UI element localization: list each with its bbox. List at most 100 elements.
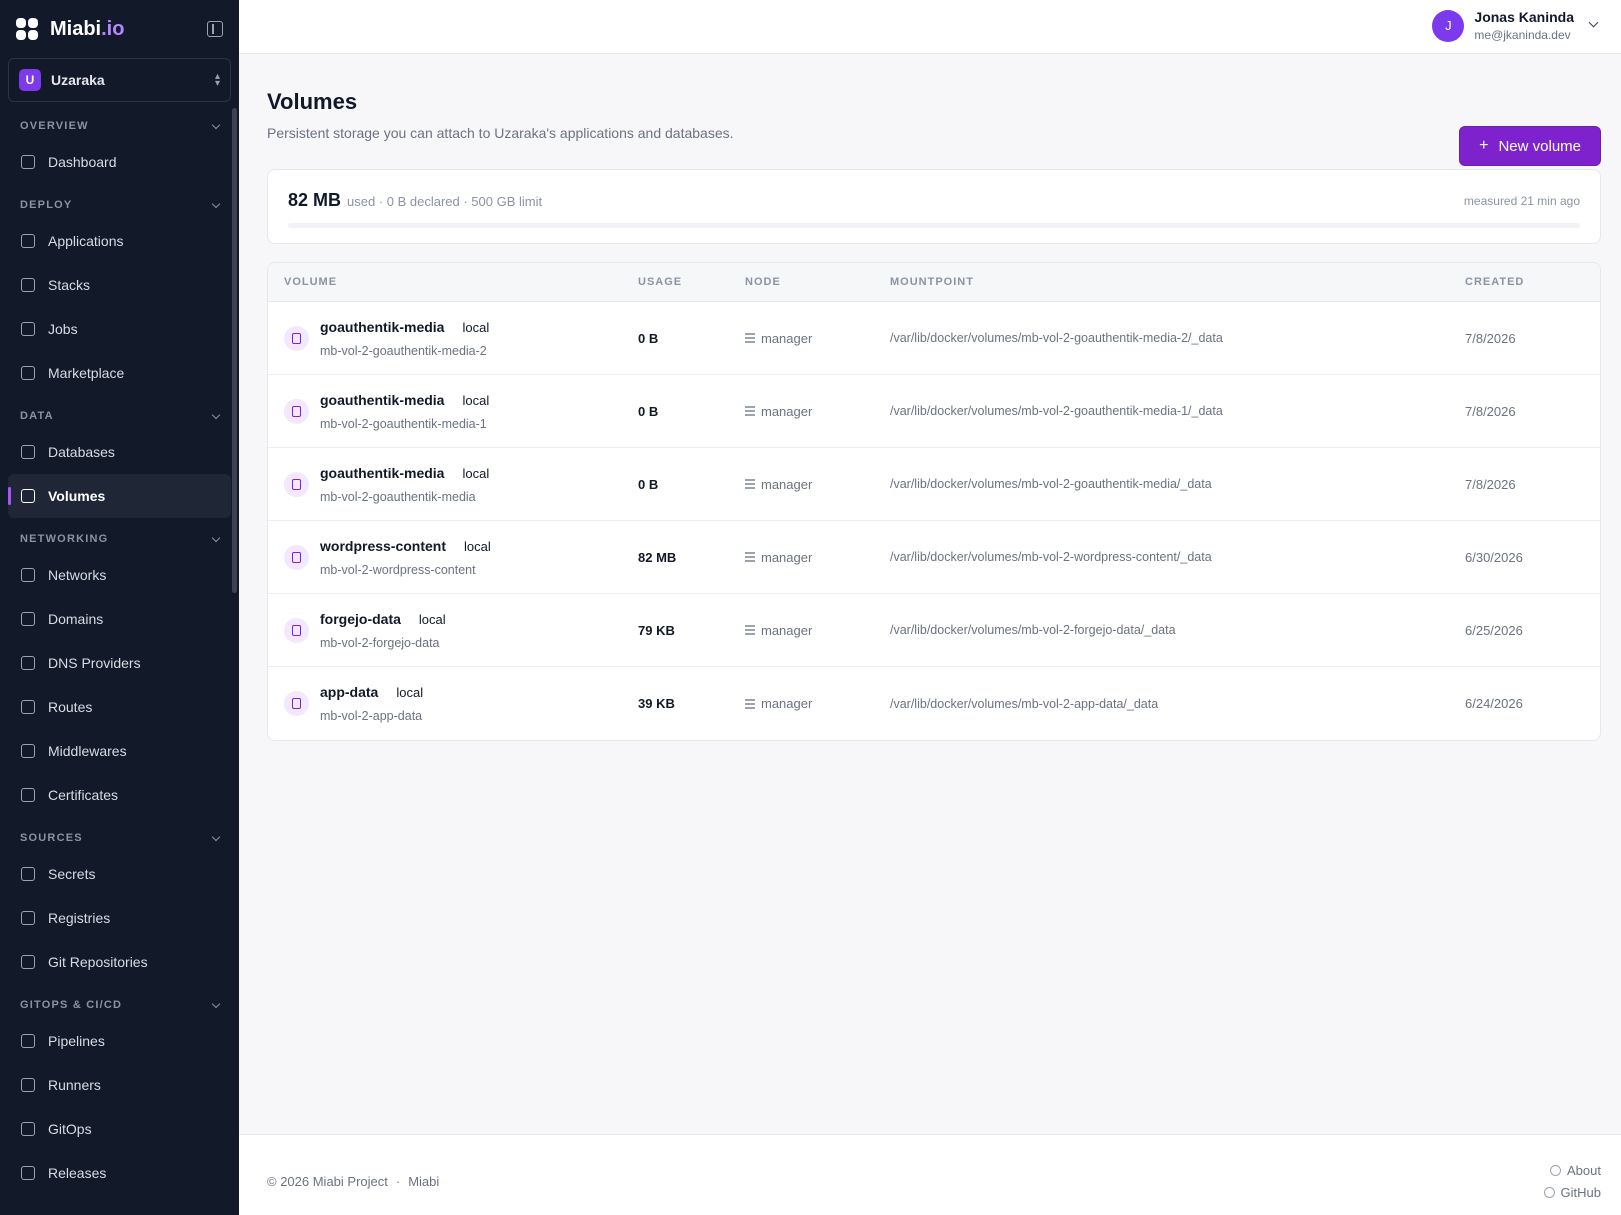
section-networking[interactable]: NETWORKING (8, 529, 231, 549)
footer-brand-link[interactable]: Miabi (408, 1174, 439, 1189)
volume-name[interactable]: goauthentik-media (320, 392, 444, 408)
volume-name[interactable]: goauthentik-media (320, 319, 444, 335)
tag-icon (20, 1165, 36, 1181)
sidebar-item-jobs[interactable]: Jobs (8, 307, 231, 351)
volume-icon (284, 471, 309, 497)
gear-icon (20, 1077, 36, 1093)
pipeline-icon (20, 1033, 36, 1049)
section-title: DEPLOY (20, 199, 73, 211)
sidebar-item-routes[interactable]: Routes (8, 685, 231, 729)
usage-used-value: 82 MB (288, 190, 342, 210)
footer-links: About GitHub (1543, 1160, 1601, 1204)
section-gitops-ci-cd[interactable]: GITOPS & CI/CD (8, 995, 231, 1015)
chevron-down-icon (211, 199, 221, 208)
sidebar-item-stacks[interactable]: Stacks (8, 263, 231, 307)
volume-full-name: mb-vol-2-goauthentik-media (320, 489, 476, 504)
github-icon (1543, 1187, 1555, 1198)
section-title: DATA (20, 410, 54, 422)
server-icon (745, 479, 755, 489)
section-deploy[interactable]: DEPLOY (8, 195, 231, 215)
chevron-down-icon (211, 832, 221, 841)
sidebar-item-marketplace[interactable]: Marketplace (8, 351, 231, 395)
header-usage[interactable]: USAGE (638, 276, 745, 288)
section-overview[interactable]: OVERVIEW (8, 116, 231, 136)
volume-name[interactable]: wordpress-content (320, 538, 446, 554)
section-data[interactable]: DATA (8, 406, 231, 426)
new-volume-button[interactable]: + New volume (1459, 126, 1601, 166)
org-switcher[interactable]: U Uzaraka ▴ ▾ (8, 58, 231, 102)
sidebar-item-git-repositories[interactable]: Git Repositories (8, 940, 231, 984)
git-icon (20, 954, 36, 970)
sidebar-item-dns-providers[interactable]: DNS Providers (8, 641, 231, 685)
server-icon (745, 698, 755, 709)
node-cell: manager (745, 404, 890, 419)
volume-driver-badge: local (418, 611, 446, 627)
user-avatar: J (1432, 9, 1465, 42)
created-cell: 7/8/2026 (1465, 330, 1516, 346)
sidebar-item-label: Jobs (48, 321, 78, 337)
sidebar-item-gitops[interactable]: GitOps (8, 1107, 231, 1151)
signpost-icon (20, 699, 36, 715)
header-created[interactable]: CREATED (1465, 276, 1600, 288)
sidebar-item-certificates[interactable]: Certificates (8, 773, 231, 817)
sidebar-item-label: Networks (48, 567, 107, 583)
brand-name[interactable]: Miabi.io (50, 18, 124, 41)
volume-icon (284, 398, 309, 424)
user-menu[interactable]: J Jonas Kaninda me@jkaninda.dev (1432, 9, 1599, 42)
sidebar-item-label: Releases (48, 1165, 107, 1181)
sidebar-item-networks[interactable]: Networks (8, 553, 231, 597)
header-node[interactable]: NODE (745, 276, 890, 288)
sidebar-item-label: GitOps (48, 1121, 92, 1137)
server-icon (20, 655, 36, 671)
page-title: Volumes (267, 89, 358, 114)
node-name: manager (761, 549, 813, 565)
volume-cell: goauthentik-media local mb-vol-2-goauthent… (268, 319, 638, 358)
sidebar-item-runners[interactable]: Runners (8, 1063, 231, 1107)
sidebar-scrollbar[interactable] (232, 108, 237, 593)
node-name: manager (761, 403, 813, 419)
table-row[interactable]: forgejo-data local mb-vol-2-forgejo-data 79… (268, 594, 1600, 667)
sidebar-item-label: Databases (48, 444, 115, 460)
volume-cell: forgejo-data local mb-vol-2-forgejo-data (268, 611, 638, 650)
collapse-sidebar-icon[interactable] (207, 21, 223, 37)
sidebar-item-domains[interactable]: Domains (8, 597, 231, 641)
sidebar-item-label: Secrets (48, 866, 96, 882)
table-header: VOLUME USAGE NODE MOUNTPOINT CREATED (268, 263, 1600, 302)
copyright-text: © 2026 Miabi Project (267, 1174, 388, 1189)
volume-full-name: mb-vol-2-app-data (320, 709, 423, 723)
github-link[interactable]: GitHub (1543, 1182, 1601, 1204)
volume-name[interactable]: goauthentik-media (320, 465, 444, 481)
table-row[interactable]: goauthentik-media local mb-vol-2-goauthent… (268, 302, 1600, 375)
database-icon (20, 444, 36, 460)
volume-name[interactable]: forgejo-data (320, 611, 401, 627)
sidebar-item-pipelines[interactable]: Pipelines (8, 1019, 231, 1063)
plus-icon: + (1479, 137, 1489, 154)
about-link[interactable]: About (1544, 1160, 1601, 1182)
table-row[interactable]: goauthentik-media local mb-vol-2-goauthent… (268, 448, 1600, 521)
sidebar: Miabi.io U Uzaraka ▴ ▾ OVERVIEW Dashboard D… (0, 0, 239, 1215)
section-title: GITOPS & CI/CD (20, 999, 123, 1011)
sidebar-item-registries[interactable]: Registries (8, 896, 231, 940)
sidebar-item-label: Certificates (48, 787, 119, 803)
header-volume[interactable]: VOLUME (268, 276, 638, 288)
sidebar-item-secrets[interactable]: Secrets (8, 852, 231, 896)
sidebar-item-volumes[interactable]: Volumes (8, 474, 231, 518)
sidebar-item-middlewares[interactable]: Middlewares (8, 729, 231, 773)
section-sources[interactable]: SOURCES (8, 828, 231, 848)
node-cell: manager (745, 623, 890, 638)
sidebar-item-dashboard[interactable]: Dashboard (8, 140, 231, 184)
header-mountpoint[interactable]: MOUNTPOINT (890, 276, 1465, 288)
globe-icon (20, 611, 36, 627)
volume-name[interactable]: app-data (320, 684, 378, 700)
usage-cell: 39 KB (638, 696, 675, 711)
server-icon (745, 552, 755, 562)
sidebar-item-databases[interactable]: Databases (8, 430, 231, 474)
store-icon (20, 365, 36, 381)
sidebar-item-releases[interactable]: Releases (8, 1151, 231, 1195)
table-row[interactable]: app-data local mb-vol-2-app-data 39 KB manag… (268, 667, 1600, 740)
created-cell: 6/24/2026 (1465, 696, 1523, 711)
network-icon (20, 567, 36, 583)
table-row[interactable]: wordpress-content local mb-vol-2-wordpress… (268, 521, 1600, 594)
table-row[interactable]: goauthentik-media local mb-vol-2-goauthent… (268, 375, 1600, 448)
sidebar-item-applications[interactable]: Applications (8, 219, 231, 263)
